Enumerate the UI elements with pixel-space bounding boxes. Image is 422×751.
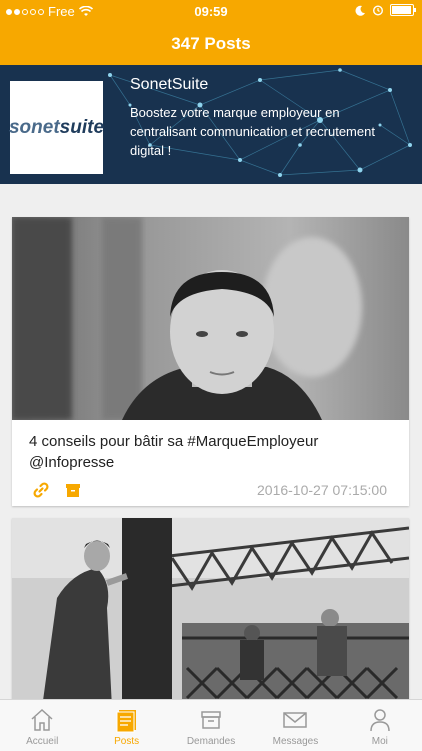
tab-label: Posts xyxy=(114,736,140,747)
company-description: Boostez votre marque employeur en centra… xyxy=(130,105,375,158)
status-right xyxy=(355,4,416,16)
person-icon xyxy=(370,709,390,732)
post-photo xyxy=(12,217,409,420)
page-title: 347 Posts xyxy=(171,34,251,53)
moon-icon xyxy=(355,5,365,16)
logo-text-light: sonet xyxy=(8,116,60,138)
tab-posts[interactable]: Posts xyxy=(84,700,168,751)
tab-messages[interactable]: Messages xyxy=(253,700,337,751)
post-actions xyxy=(32,481,82,499)
tab-demandes[interactable]: Demandes xyxy=(169,700,253,751)
alarm-icon xyxy=(372,5,384,16)
post-title[interactable]: 4 conseils pour bâtir sa #MarqueEmployeu… xyxy=(29,431,399,473)
company-logo[interactable]: sonet suite xyxy=(8,81,105,174)
tab-accueil[interactable]: Accueil xyxy=(0,700,84,751)
tab-label: Moi xyxy=(371,736,388,747)
top-bar: Free 09:59 347 Posts xyxy=(0,0,422,65)
battery-icon xyxy=(390,4,416,16)
inbox-icon xyxy=(201,711,221,729)
tab-label: Demandes xyxy=(186,736,236,747)
post-card[interactable] xyxy=(12,518,409,708)
envelope-icon xyxy=(283,712,308,728)
tab-label: Accueil xyxy=(26,736,59,747)
post-date: 2016-10-27 07:15:00 xyxy=(257,482,387,498)
link-icon[interactable] xyxy=(32,481,50,499)
status-bar: Free 09:59 xyxy=(0,0,422,22)
post-photo xyxy=(12,518,409,708)
logo-text-bold: suite xyxy=(59,116,105,138)
archive-icon[interactable] xyxy=(64,482,82,498)
home-icon xyxy=(31,708,53,731)
post-card[interactable]: 4 conseils pour bâtir sa #MarqueEmployeu… xyxy=(12,217,409,506)
tab-bar: Accueil Posts Demandes Messages Moi xyxy=(0,699,422,751)
tab-label: Messages xyxy=(272,736,319,747)
posts-icon xyxy=(116,710,136,733)
tab-moi[interactable]: Moi xyxy=(338,700,422,751)
company-name: SonetSuite xyxy=(130,76,209,93)
